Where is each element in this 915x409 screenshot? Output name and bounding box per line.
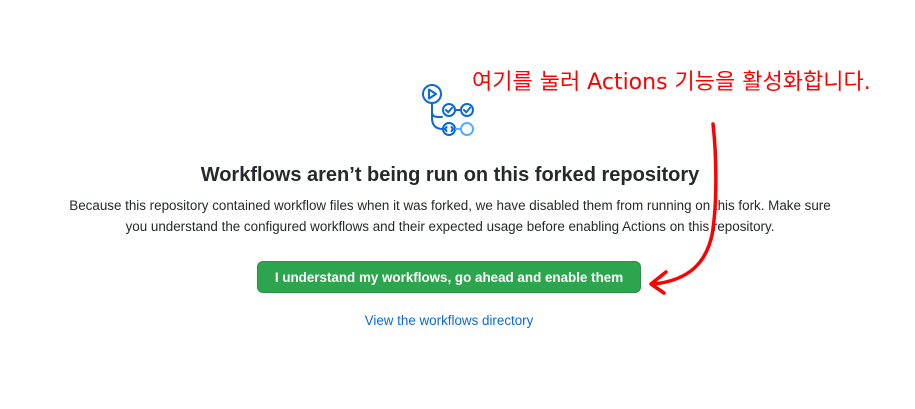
annotation-text: 여기를 눌러 Actions 기능을 활성화합니다. (472, 70, 871, 95)
view-workflows-directory-link[interactable]: View the workflows directory (0, 312, 898, 330)
blankslate-title: Workflows aren’t being run on this forke… (200, 164, 700, 186)
blankslate-description: Because this repository contained workfl… (30, 195, 870, 237)
description-line-1: Because this repository contained workfl… (69, 198, 831, 213)
enable-workflows-button[interactable]: I understand my workflows, go ahead and … (257, 261, 641, 293)
description-line-2: you understand the configured workflows … (125, 219, 775, 234)
actions-blankslate: Workflows aren’t being run on this forke… (0, 0, 915, 409)
